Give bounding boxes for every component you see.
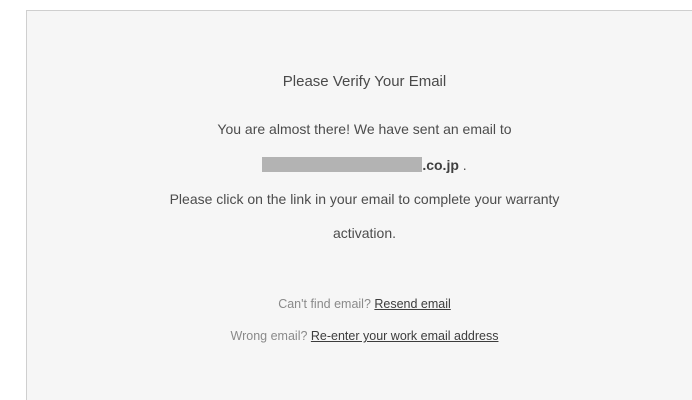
resend-email-link[interactable]: Resend email bbox=[374, 297, 450, 311]
email-address-line: .co.jp . bbox=[27, 157, 692, 173]
instructions-text: Please click on the link in your email t… bbox=[169, 191, 560, 207]
page-title: Please Verify Your Email bbox=[282, 73, 447, 90]
email-suffix: . bbox=[458, 157, 467, 173]
redacted-email-block bbox=[262, 157, 423, 172]
instructions-text-continued: activation. bbox=[332, 225, 397, 241]
wrong-email-label: Wrong email? bbox=[230, 329, 311, 343]
email-domain: .co.jp bbox=[422, 157, 459, 173]
reenter-email-link[interactable]: Re-enter your work email address bbox=[311, 329, 499, 343]
cant-find-email-row: Can't find email? Resend email bbox=[27, 297, 692, 311]
cant-find-email-label: Can't find email? bbox=[278, 297, 375, 311]
wrong-email-row: Wrong email? Re-enter your work email ad… bbox=[27, 329, 692, 343]
verify-email-card: Please Verify Your Email You are almost … bbox=[26, 10, 692, 400]
sent-email-text: You are almost there! We have sent an em… bbox=[217, 121, 512, 137]
